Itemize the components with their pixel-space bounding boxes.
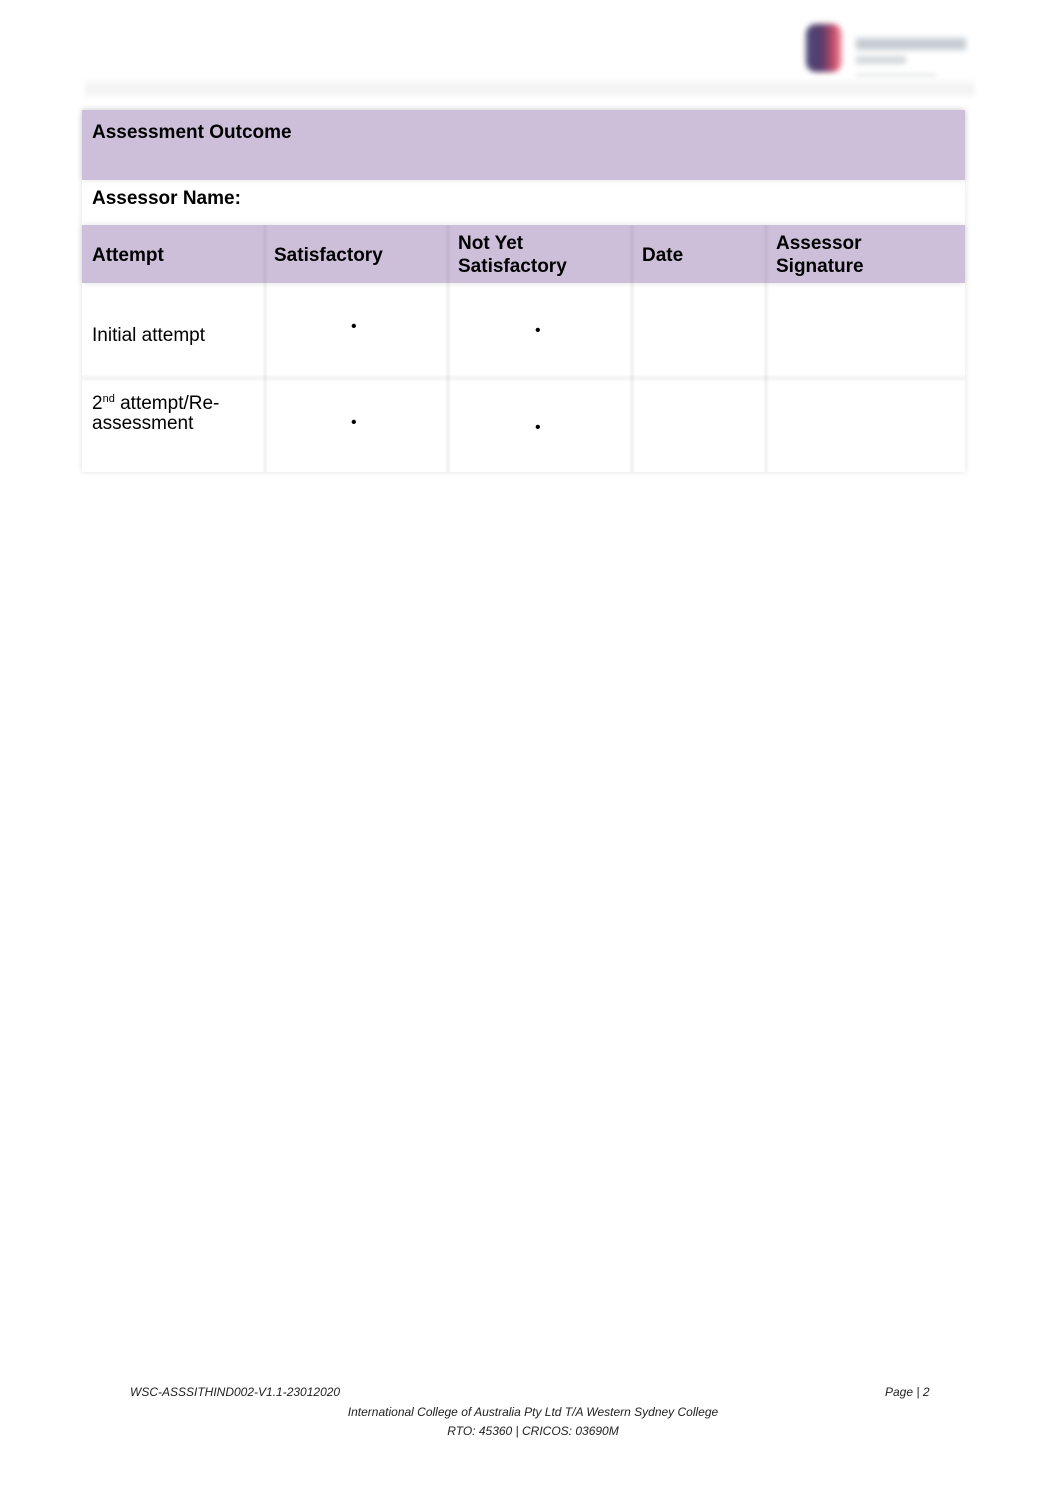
page-number: Page | 2 xyxy=(885,1385,930,1399)
document-code: WSC-ASSSITHIND002-V1.1-23012020 xyxy=(130,1385,341,1399)
second-satisfactory-bullet[interactable]: • xyxy=(351,415,357,431)
registration-line: RTO: 45360 | CRICOS: 03690M xyxy=(447,1424,619,1438)
organisation-line: International College of Australia Pty L… xyxy=(347,1405,719,1419)
column-header-satisfactory: Satisfactory xyxy=(274,245,383,266)
logo-mark xyxy=(806,24,842,72)
initial-not-yet-satisfactory-bullet[interactable]: • xyxy=(535,323,541,339)
assessment-outcome-table: Assessment Outcome Assessor Name: Attemp… xyxy=(82,110,965,472)
outcome-title: Assessment Outcome xyxy=(92,122,292,143)
header-divider xyxy=(85,78,975,100)
row-second-attempt-label: 2nd attempt/Re- assessment xyxy=(92,393,220,434)
column-header-not-yet-satisfactory: Not Yet Satisfactory xyxy=(458,233,567,277)
column-header-assessor-signature: Assessor Signature xyxy=(776,233,864,277)
column-header-attempt: Attempt xyxy=(92,245,164,266)
second-not-yet-satisfactory-bullet[interactable]: • xyxy=(535,420,541,436)
assessor-name-label: Assessor Name: xyxy=(92,188,241,209)
column-header-date: Date xyxy=(642,245,684,266)
row-initial-attempt-label: Initial attempt xyxy=(92,325,205,346)
initial-satisfactory-bullet[interactable]: • xyxy=(351,319,357,335)
